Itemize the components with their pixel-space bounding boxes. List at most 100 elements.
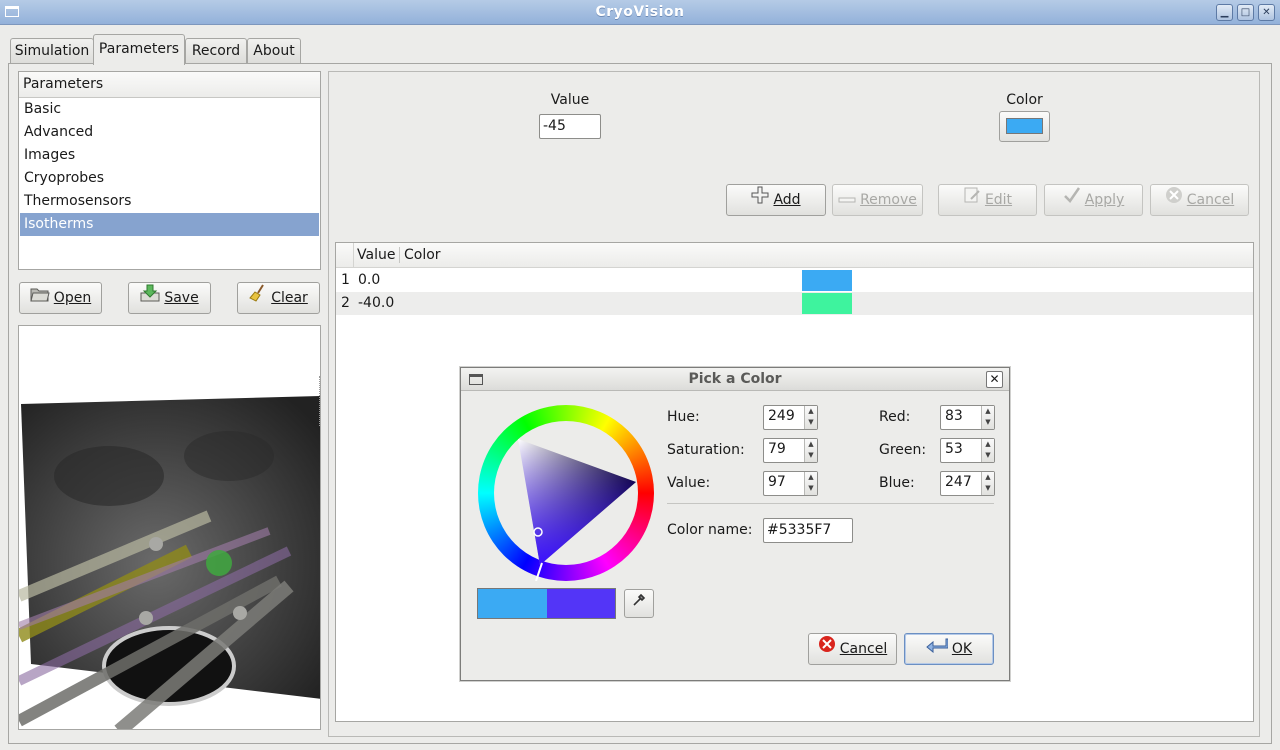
dialog-cancel-button[interactable]: Cancel	[808, 633, 897, 665]
eyedropper-icon	[632, 593, 646, 611]
blue-spinbox[interactable]: 247 ▲ ▼	[940, 471, 995, 496]
dialog-title-bar: Pick a Color ✕	[461, 368, 1009, 391]
edit-icon	[963, 185, 981, 215]
row-color-swatch	[802, 270, 852, 291]
row-index: 2	[341, 295, 350, 311]
hue-spinbox[interactable]: 249 ▲ ▼	[763, 405, 818, 430]
edit-label: Edit	[984, 192, 1013, 208]
apply-button[interactable]: Apply	[1044, 184, 1143, 216]
dialog-title: Pick a Color	[688, 371, 782, 387]
cancel-icon	[1165, 185, 1183, 215]
parameters-list-header: Parameters	[19, 72, 320, 98]
column-header-value[interactable]: Value	[357, 247, 395, 263]
color-preview	[477, 588, 616, 619]
saturation-label: Saturation:	[667, 442, 745, 458]
minimize-icon[interactable]: ▁	[1216, 4, 1233, 21]
save-button[interactable]: Save	[128, 282, 211, 314]
tab-simulation[interactable]: Simulation	[10, 38, 94, 64]
red-value: 83	[945, 408, 963, 424]
title-bar: CryoVision ▁ □ ✕	[0, 0, 1280, 25]
green-spinbox[interactable]: 53 ▲ ▼	[940, 438, 995, 463]
value-label-hsv: Value:	[667, 475, 711, 491]
dialog-close-icon[interactable]: ✕	[986, 371, 1003, 388]
apply-label: Apply	[1084, 192, 1125, 208]
clear-button[interactable]: Clear	[237, 282, 320, 314]
divider	[667, 503, 994, 504]
saturation-spinbox[interactable]: 79 ▲ ▼	[763, 438, 818, 463]
list-item-advanced[interactable]: Advanced	[20, 121, 319, 144]
list-item-isotherms[interactable]: Isotherms	[20, 213, 319, 236]
add-button[interactable]: Add	[726, 184, 826, 216]
3d-view[interactable]	[18, 325, 321, 730]
edit-button[interactable]: Edit	[938, 184, 1037, 216]
open-button[interactable]: Open	[19, 282, 102, 314]
cancel-icon	[818, 634, 836, 664]
save-label: Save	[164, 290, 199, 306]
list-item-basic[interactable]: Basic	[20, 98, 319, 121]
row-color-swatch	[802, 293, 852, 314]
saturation-value: 79	[768, 441, 786, 457]
hue-stepper[interactable]: ▲ ▼	[804, 406, 817, 429]
green-stepper[interactable]: ▲ ▼	[981, 439, 994, 462]
parameters-list: Parameters Basic Advanced Images Cryopro…	[18, 71, 321, 270]
list-item-images[interactable]: Images	[20, 144, 319, 167]
maximize-icon[interactable]: □	[1237, 4, 1254, 21]
clear-label: Clear	[271, 290, 308, 306]
column-header-color[interactable]: Color	[404, 247, 441, 263]
red-stepper[interactable]: ▲ ▼	[981, 406, 994, 429]
remove-button[interactable]: Remove	[832, 184, 923, 216]
value-label: Value	[550, 92, 590, 108]
plus-icon	[751, 185, 769, 215]
value-value: 97	[768, 474, 786, 490]
green-label: Green:	[879, 442, 927, 458]
check-icon	[1063, 185, 1081, 215]
dialog-cancel-label: Cancel	[839, 641, 888, 657]
dialog-ok-button[interactable]: OK	[904, 633, 994, 665]
value-stepper[interactable]: ▲ ▼	[804, 472, 817, 495]
color-wheel[interactable]	[478, 405, 654, 581]
tab-about[interactable]: About	[247, 38, 301, 64]
value-input[interactable]: -45	[539, 114, 601, 139]
remove-label: Remove	[860, 192, 917, 208]
tab-parameters[interactable]: Parameters	[93, 34, 185, 65]
red-label: Red:	[879, 409, 911, 425]
color-swatch	[1006, 118, 1043, 134]
color-name-input[interactable]: #5335F7	[763, 518, 853, 543]
dialog-ok-label: OK	[951, 641, 973, 657]
row-index: 1	[341, 272, 350, 288]
minus-icon	[838, 185, 856, 215]
row-value: -40.0	[358, 295, 395, 311]
table-row[interactable]: 1 0.0	[336, 269, 1253, 292]
current-color-swatch	[547, 589, 615, 618]
table-row[interactable]: 2 -40.0	[336, 292, 1253, 315]
green-value: 53	[945, 441, 963, 457]
previous-color-swatch	[478, 589, 547, 618]
cancel-button[interactable]: Cancel	[1150, 184, 1249, 216]
value-spinbox[interactable]: 97 ▲ ▼	[763, 471, 818, 496]
eyedropper-button[interactable]	[624, 589, 654, 618]
pick-color-dialog: Pick a Color ✕ Hue: 249 ▲ ▼ Saturation: …	[460, 367, 1010, 681]
blue-label: Blue:	[879, 475, 915, 491]
list-item-cryoprobes[interactable]: Cryoprobes	[20, 167, 319, 190]
window-title: CryoVision	[595, 4, 685, 20]
open-label: Open	[53, 290, 92, 306]
red-spinbox[interactable]: 83 ▲ ▼	[940, 405, 995, 430]
folder-icon	[30, 283, 50, 313]
color-name-label: Color name:	[667, 522, 753, 538]
cancel-label: Cancel	[1186, 192, 1235, 208]
list-item-thermosensors[interactable]: Thermosensors	[20, 190, 319, 213]
tab-record[interactable]: Record	[185, 38, 247, 64]
color-label: Color	[1006, 92, 1043, 108]
broom-icon	[249, 283, 267, 313]
hue-value: 249	[768, 408, 795, 424]
save-icon	[140, 283, 160, 313]
table-header: Value Color	[336, 243, 1253, 268]
color-button[interactable]	[999, 111, 1050, 142]
hue-label: Hue:	[667, 409, 700, 425]
close-icon[interactable]: ✕	[1258, 4, 1275, 21]
row-value: 0.0	[358, 272, 381, 288]
blue-stepper[interactable]: ▲ ▼	[981, 472, 994, 495]
splitter-handle[interactable]	[319, 376, 320, 426]
saturation-stepper[interactable]: ▲ ▼	[804, 439, 817, 462]
return-arrow-icon	[926, 634, 949, 664]
